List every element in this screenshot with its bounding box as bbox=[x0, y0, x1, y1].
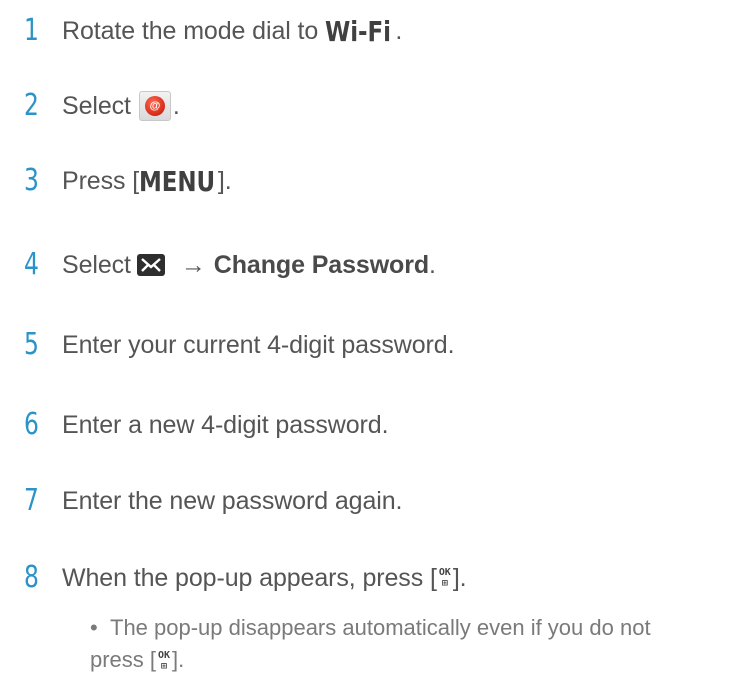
step-text: Enter your current 4-digit password. bbox=[62, 330, 455, 359]
note-bullet: • The pop-up disappears automatically ev… bbox=[90, 612, 730, 676]
step-text: When the pop-up appears, press [ bbox=[62, 563, 437, 592]
step-number: 4 bbox=[24, 247, 39, 282]
envelope-icon bbox=[136, 254, 165, 276]
wifi-mode-label: Wi-Fi bbox=[325, 14, 391, 48]
step-text: Rotate the mode dial to bbox=[62, 16, 326, 45]
step-text: Select bbox=[62, 91, 131, 120]
ok-button-icon: OK ⊞ bbox=[438, 567, 451, 589]
step-text: Enter the new password again. bbox=[62, 486, 403, 515]
step-text: Enter a new 4-digit password. bbox=[62, 410, 389, 439]
bullet-icon: • bbox=[90, 615, 98, 640]
change-password-label: Change Password bbox=[213, 250, 430, 279]
step-number: 3 bbox=[24, 163, 39, 198]
menu-button-label: MENU bbox=[139, 164, 216, 198]
note-text: The pop-up disappears automatically even… bbox=[90, 615, 651, 673]
arrow-icon: → bbox=[180, 250, 206, 279]
step-number: 8 bbox=[24, 560, 39, 595]
step-number: 7 bbox=[24, 483, 39, 518]
step-number: 5 bbox=[24, 327, 39, 362]
step-number: 1 bbox=[24, 13, 39, 48]
step-number: 2 bbox=[24, 88, 39, 123]
ok-button-icon: OK ⊞ bbox=[158, 650, 171, 673]
step-text: Press [ bbox=[62, 166, 140, 195]
email-app-icon: @ bbox=[138, 91, 171, 121]
step-text: Select bbox=[62, 250, 131, 279]
step-number: 6 bbox=[24, 407, 39, 442]
